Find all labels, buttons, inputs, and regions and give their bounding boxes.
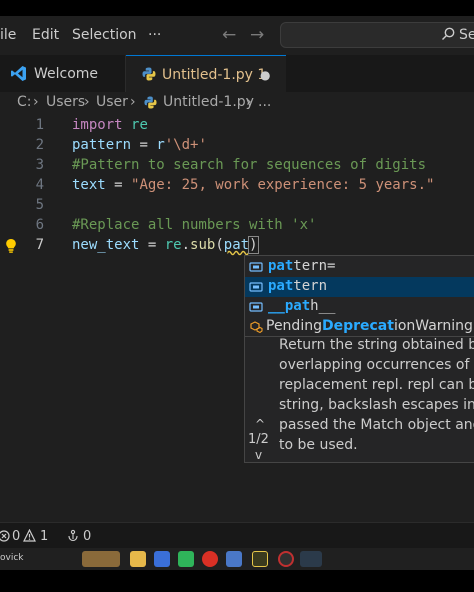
autocomplete-list: pattern= pattern __path__ PendingDepreca… (244, 255, 474, 337)
code-line: 3 #Pattern to search for sequences of di… (0, 156, 474, 176)
suggestion-label: pattern (268, 278, 328, 294)
suggestion-label: __path__ (268, 298, 336, 314)
chevron-right-icon: › (246, 94, 252, 110)
overload-counter: 1/2 (248, 432, 269, 447)
doc-text: Return the string obtained by (279, 337, 474, 353)
chevron-right-icon: › (33, 94, 39, 110)
line-number: 3 (35, 157, 44, 173)
code-line: 4 text = "Age: 25, work experience: 5 ye… (0, 176, 474, 196)
code-line: 6 #Replace all numbers with 'x' (0, 216, 474, 236)
code-text[interactable]: import re (72, 117, 148, 133)
warning-count[interactable]: 1 (40, 529, 48, 544)
menu-more[interactable]: ··· (148, 27, 161, 43)
menu-edit[interactable]: Edit (32, 27, 59, 43)
line-number: 4 (35, 177, 44, 193)
tab-bar: Welcome Untitled-1.py 1 ● (0, 55, 474, 92)
code-text[interactable]: #Pattern to search for sequences of digi… (72, 157, 426, 173)
line-number: 2 (35, 137, 44, 153)
suggestion-label: PendingDeprecationWarning (266, 318, 473, 334)
breadcrumb-symbols[interactable]: ... (258, 94, 271, 110)
chevron-down-icon[interactable]: v (255, 448, 262, 462)
yandex-icon[interactable] (202, 551, 218, 567)
code-text[interactable]: text = "Age: 25, work experience: 5 year… (72, 177, 434, 193)
doc-text: replacement repl. repl can be (279, 377, 474, 393)
suggestion-details: Return the string obtained by overlappin… (244, 337, 474, 463)
line-number: 6 (35, 217, 44, 233)
code-text[interactable]: pattern = r'\d+' (72, 137, 207, 153)
recorder-icon[interactable] (278, 551, 294, 567)
pinned-app-icon[interactable] (252, 551, 268, 567)
breadcrumb-users[interactable]: Users (46, 94, 85, 110)
file-explorer-icon[interactable] (130, 551, 146, 567)
chevron-up-icon[interactable]: ^ (255, 417, 265, 431)
suggestion-item[interactable]: pattern= (245, 257, 474, 277)
tab-untitled-1[interactable]: Untitled-1.py 1 ● (126, 55, 286, 92)
code-line: 2 pattern = r'\d+' (0, 136, 474, 156)
doc-text: string, backslash escapes in it (279, 397, 474, 413)
app-icon[interactable] (226, 551, 242, 567)
windows-taskbar: ovick (0, 548, 474, 570)
vscode-taskbar-icon[interactable] (300, 551, 322, 567)
menu-selection[interactable]: Selection (72, 27, 137, 43)
tab-untitled-label: Untitled-1.py 1 (162, 67, 267, 83)
browser-icon[interactable] (178, 551, 194, 567)
variable-icon (249, 302, 263, 312)
chevron-right-icon: › (130, 94, 136, 110)
doc-text: to be used. (279, 437, 358, 453)
chevron-right-icon: › (84, 94, 90, 110)
suggestion-item-selected[interactable]: pattern (245, 277, 474, 297)
code-line: 1 import re (0, 116, 474, 136)
breadcrumb-file[interactable]: Untitled-1.py (163, 94, 254, 110)
ports-count[interactable]: 0 (83, 529, 91, 544)
weather-widget-icon[interactable] (82, 551, 120, 567)
tab-welcome[interactable]: Welcome (0, 55, 126, 92)
error-icon (0, 530, 10, 542)
status-bar: 0 1 0 (0, 522, 474, 549)
menu-file[interactable]: ile (0, 27, 16, 43)
line-number: 1 (35, 117, 44, 133)
command-center-search[interactable]: Se (280, 22, 474, 48)
title-bar: ile Edit Selection ··· ← → Se (0, 16, 474, 55)
ports-icon (68, 529, 78, 542)
line-number: 5 (35, 197, 44, 213)
forward-arrow-icon[interactable]: → (250, 25, 264, 45)
doc-text: passed the Match object and ( (279, 417, 474, 433)
tab-welcome-label: Welcome (34, 66, 99, 82)
variable-icon (249, 262, 263, 272)
error-count[interactable]: 0 (12, 529, 20, 544)
suggestion-item[interactable]: __path__ (245, 297, 474, 317)
line-number: 7 (35, 237, 44, 253)
class-icon (250, 321, 263, 334)
vscode-window: ile Edit Selection ··· ← → Se Welcome Un (0, 0, 474, 592)
code-text[interactable]: #Replace all numbers with 'x' (72, 217, 316, 233)
taskbar-text: ovick (0, 553, 24, 563)
unsaved-dot-icon[interactable]: ● (260, 68, 270, 82)
search-icon (442, 27, 455, 40)
warning-icon (23, 529, 36, 542)
suggestion-item[interactable]: PendingDeprecationWarning (245, 317, 474, 337)
suggestion-label: pattern= (268, 258, 336, 274)
code-line-current: 7 new_text = re.sub(pat) (0, 236, 474, 256)
vscode-logo-icon (11, 66, 26, 81)
breadcrumb: C: › Users › User › Untitled-1.py › ... (0, 92, 474, 114)
store-icon[interactable] (154, 551, 170, 567)
breadcrumb-drive[interactable]: C: (17, 94, 32, 110)
breadcrumb-user[interactable]: User (96, 94, 128, 110)
python-icon (144, 96, 157, 109)
variable-icon (249, 282, 263, 292)
code-text[interactable]: new_text = re.sub(pat) (72, 236, 259, 254)
python-icon (142, 67, 156, 81)
code-line: 5 (0, 196, 474, 216)
doc-text: overlapping occurrences of th (279, 357, 474, 373)
search-label: Se (459, 27, 474, 43)
back-arrow-icon[interactable]: ← (222, 25, 236, 45)
